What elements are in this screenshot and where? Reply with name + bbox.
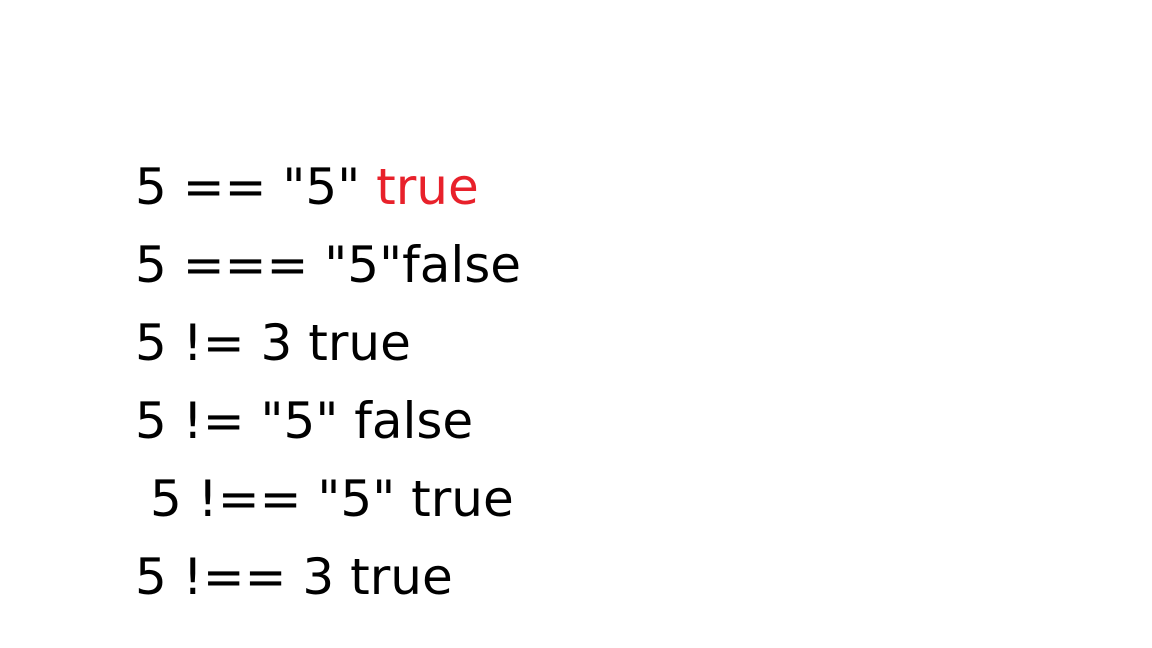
line-result-highlighted: true [376,158,479,216]
comparison-line: 5 == "5" true [135,148,521,226]
line-result: false [402,236,522,294]
slide: 5 == "5" true 5 === "5"false 5 != 3 true… [0,0,1152,648]
line-expression: 5 !== "5" [150,470,412,528]
line-result: true [308,314,411,372]
comparison-list: 5 == "5" true 5 === "5"false 5 != 3 true… [135,148,521,616]
line-expression: 5 != 3 [135,314,309,372]
comparison-line: 5 !== 3 true [135,538,521,616]
line-expression: 5 == "5" [135,158,377,216]
comparison-line: 5 != 3 true [135,304,521,382]
line-result: false [354,392,474,450]
comparison-line: 5 !== "5" true [135,460,521,538]
line-expression: 5 !== 3 [135,548,351,606]
line-result: true [411,470,514,528]
line-result: true [350,548,453,606]
comparison-line: 5 != "5" false [135,382,521,460]
comparison-line: 5 === "5"false [135,226,521,304]
line-expression: 5 === "5" [135,236,403,294]
line-expression: 5 != "5" [135,392,355,450]
